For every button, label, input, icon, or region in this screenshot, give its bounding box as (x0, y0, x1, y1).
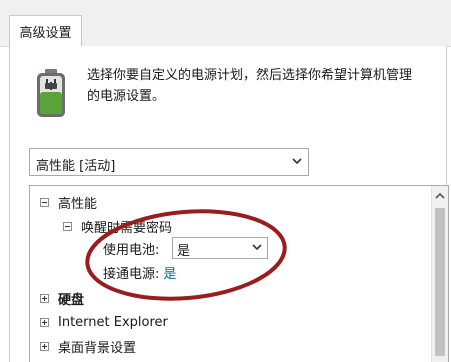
plugged-in-value-link[interactable]: 是 (163, 263, 176, 282)
description-line-1: 选择你要自定义的电源计划，然后选择你希望计算机管理 (87, 68, 413, 83)
tree-item-desktop-background[interactable]: 桌面背景设置 (40, 336, 136, 356)
tree-item-internet-explorer[interactable]: Internet Explorer (40, 312, 168, 332)
tree-item-wake-password[interactable]: 唤醒时需要密码 (63, 216, 172, 236)
on-battery-dropdown[interactable]: 是 (172, 237, 268, 259)
tree-item-plan[interactable]: 高性能 (40, 192, 97, 212)
battery-plug-icon (37, 69, 65, 117)
tree-item-label: 高性能 (58, 196, 98, 212)
collapse-minus-icon[interactable] (63, 221, 72, 231)
tree-item-label: Internet Explorer (58, 314, 168, 330)
plugged-in-row: 接通电源: 是 (103, 262, 176, 282)
expand-plus-icon[interactable] (40, 341, 49, 351)
description-line-2: 的电源设置。 (87, 89, 166, 104)
chevron-down-icon (252, 244, 262, 251)
collapse-minus-icon[interactable] (40, 197, 49, 207)
expand-plus-icon[interactable] (40, 317, 49, 327)
tab-advanced-settings[interactable]: 高级设置 (9, 15, 82, 46)
scroll-up-arrow-icon[interactable] (435, 192, 445, 200)
power-plan-value: 高性能 [活动] (36, 159, 116, 174)
plan-description: 选择你要自定义的电源计划，然后选择你希望计算机管理 的电源设置。 (87, 65, 447, 107)
on-battery-label: 使用电池: (103, 242, 160, 258)
settings-tree[interactable]: 高性能 唤醒时需要密码 使用电池: 是 接通电源: 是 硬盘 Internet … (29, 185, 449, 362)
on-battery-value: 是 (177, 244, 191, 259)
tree-item-label: 唤醒时需要密码 (81, 220, 173, 236)
chevron-down-icon (292, 158, 302, 165)
tree-item-hard-disk[interactable]: 硬盘 (40, 288, 84, 308)
power-plan-dropdown[interactable]: 高性能 [活动] (29, 148, 309, 176)
plugged-in-label: 接通电源: (103, 266, 160, 282)
vertical-scrollbar[interactable] (431, 186, 448, 362)
scroll-thumb[interactable] (435, 208, 445, 356)
tab-strip: 高级设置 (0, 0, 451, 47)
tab-label: 高级设置 (19, 25, 72, 41)
expand-plus-icon[interactable] (40, 293, 49, 303)
tree-item-label: 硬盘 (58, 292, 85, 308)
tree-item-label: 桌面背景设置 (58, 340, 137, 356)
